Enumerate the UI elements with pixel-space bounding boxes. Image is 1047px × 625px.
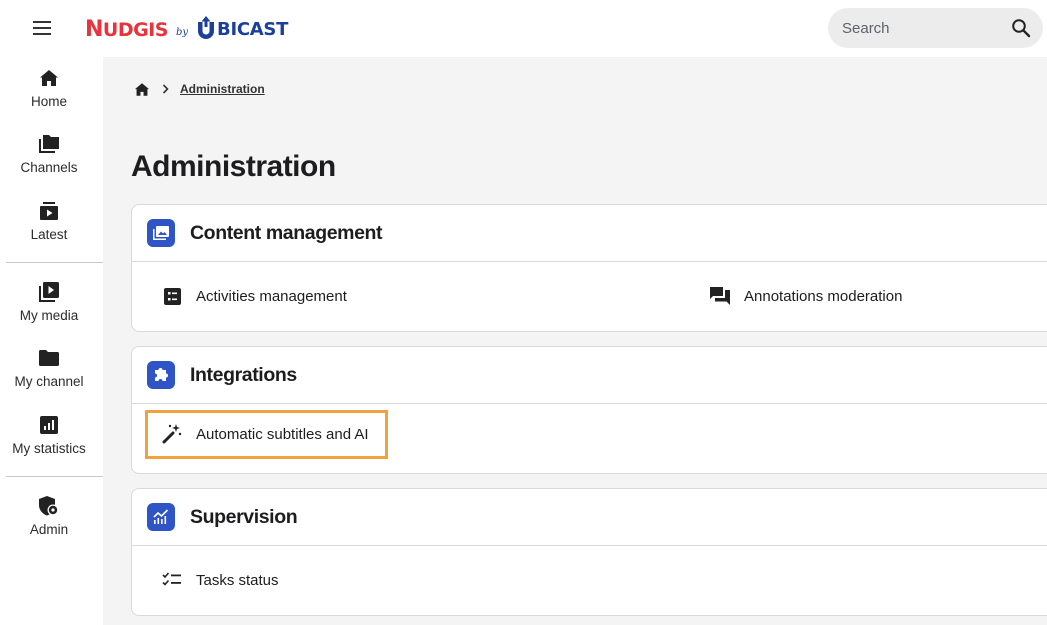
latest-icon xyxy=(40,202,58,220)
tasks-status-link[interactable]: Tasks status xyxy=(162,564,279,596)
puzzle-icon xyxy=(147,361,175,389)
sidebar-divider xyxy=(6,476,103,477)
sidebar: Home Channels Latest My media My channel… xyxy=(0,57,103,625)
activities-icon xyxy=(163,287,181,305)
sidebar-item-label: My channel xyxy=(14,374,84,389)
ubicast-u-icon xyxy=(198,16,215,39)
card-header: Supervision xyxy=(132,489,1047,546)
sidebar-divider xyxy=(6,262,103,263)
sidebar-item-admin[interactable]: Admin xyxy=(0,496,98,537)
integrations-card: Integrations Automatic subtitles and AI xyxy=(131,346,1047,474)
magic-wand-icon xyxy=(162,424,182,444)
search-input[interactable] xyxy=(842,18,1002,38)
sidebar-item-label: Home xyxy=(30,94,67,109)
sidebar-item-latest[interactable]: Latest xyxy=(0,201,98,242)
home-icon xyxy=(40,70,58,86)
supervision-card: Supervision Tasks status xyxy=(131,488,1047,616)
content-management-card: Content management Activities management… xyxy=(131,204,1047,332)
logo[interactable]: NUDGIS by BICAST xyxy=(85,15,288,43)
sidebar-item-label: Latest xyxy=(30,227,68,242)
page-title: Administration xyxy=(131,150,336,183)
activities-management-link[interactable]: Activities management xyxy=(162,280,347,312)
card-body: Automatic subtitles and AI xyxy=(132,404,1047,472)
monitoring-icon xyxy=(147,503,175,531)
top-bar: NUDGIS by BICAST xyxy=(0,0,1047,57)
content-management-icon xyxy=(147,219,175,247)
checklist-icon xyxy=(162,572,181,586)
sidebar-item-channels[interactable]: Channels xyxy=(0,134,98,175)
section-title: Integrations xyxy=(190,363,297,386)
sidebar-item-label: My statistics xyxy=(12,441,86,456)
channels-icon xyxy=(39,135,59,153)
link-label: Annotations moderation xyxy=(744,287,903,305)
chevron-right-icon xyxy=(162,84,169,94)
automatic-subtitles-ai-link[interactable]: Automatic subtitles and AI xyxy=(162,418,369,450)
breadcrumb-administration-link[interactable]: Administration xyxy=(180,82,265,96)
nudgis-logo: NUDGIS xyxy=(85,16,168,42)
ubicast-logo: BICAST xyxy=(195,16,288,42)
sidebar-item-my-statistics[interactable]: My statistics xyxy=(0,415,98,456)
card-body: Tasks status xyxy=(132,546,1047,614)
search-icon[interactable] xyxy=(1011,18,1031,38)
sidebar-item-home[interactable]: Home xyxy=(0,68,98,109)
breadcrumb-home-icon[interactable] xyxy=(135,82,149,96)
logo-by: by xyxy=(175,26,189,38)
section-title: Content management xyxy=(190,221,383,244)
breadcrumb: Administration xyxy=(135,82,265,96)
main-content: Administration Administration Content ma… xyxy=(103,57,1047,625)
search-box[interactable] xyxy=(828,8,1043,48)
card-body: Activities management Annotations modera… xyxy=(132,262,1047,330)
my-media-icon xyxy=(39,282,59,302)
annotations-icon xyxy=(710,287,730,305)
ubicast-wordmark: BICAST xyxy=(217,18,289,40)
link-label: Automatic subtitles and AI xyxy=(196,425,369,443)
link-label: Activities management xyxy=(196,287,347,305)
statistics-icon xyxy=(40,416,58,434)
sidebar-item-label: My media xyxy=(19,308,79,323)
link-label: Tasks status xyxy=(196,571,279,589)
sidebar-item-label: Admin xyxy=(29,522,69,537)
card-header: Content management xyxy=(132,205,1047,262)
card-header: Integrations xyxy=(132,347,1047,404)
folder-icon xyxy=(39,350,59,366)
sidebar-item-my-channel[interactable]: My channel xyxy=(0,348,98,389)
hamburger-menu-icon[interactable] xyxy=(33,21,51,35)
sidebar-item-my-media[interactable]: My media xyxy=(0,282,98,323)
section-title: Supervision xyxy=(190,505,298,528)
annotations-moderation-link[interactable]: Annotations moderation xyxy=(710,280,902,312)
sidebar-item-label: Channels xyxy=(20,160,78,175)
admin-shield-icon xyxy=(39,496,59,516)
menu-button[interactable] xyxy=(28,14,56,42)
